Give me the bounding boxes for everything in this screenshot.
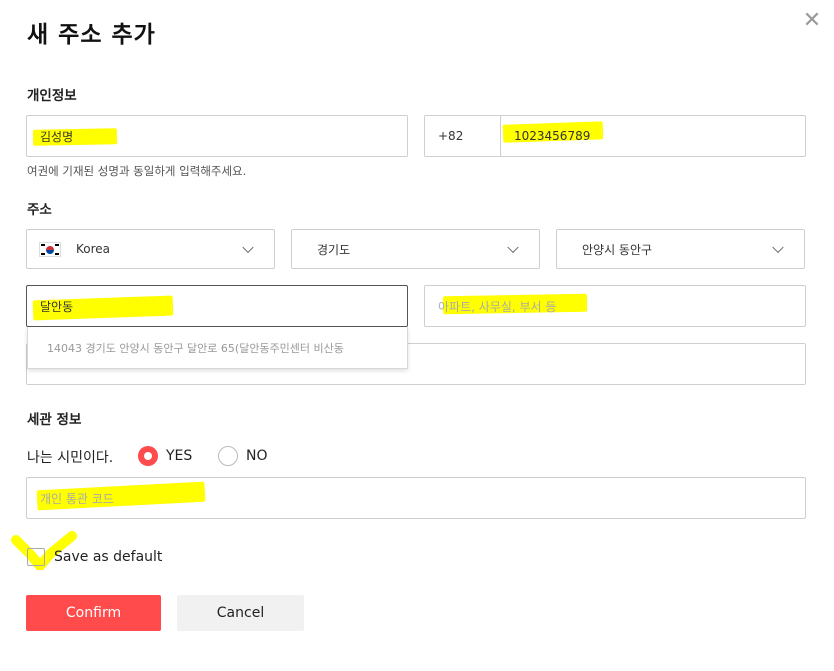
name-helper-text: 여권에 기재된 성명과 동일하게 입력해주세요. [27,164,247,178]
name-input-value: 김성명 [40,129,74,144]
personal-info-heading: 개인정보 [27,88,77,104]
address-detail-placeholder: 아파트, 사무실, 부서 등 [438,299,557,314]
province-select[interactable]: 경기도 [291,229,540,269]
address-detail-input[interactable]: 아파트, 사무실, 부서 등 [424,285,806,327]
citizen-question-label: 나는 시민이다. [27,450,114,466]
street-input[interactable]: 달안동 [26,285,408,327]
no-label: NO [246,448,268,464]
phone-input[interactable]: 1023456789 [500,115,806,157]
chevron-down-icon [772,241,784,254]
customs-code-input[interactable]: 개인 통관 코드 [26,477,806,519]
close-icon[interactable]: ✕ [802,10,822,32]
address-heading: 주소 [27,202,52,218]
phone-input-value: 1023456789 [514,129,591,143]
cancel-button[interactable]: Cancel [177,595,304,631]
country-select[interactable]: Korea [26,229,275,269]
korea-flag-icon [39,241,61,257]
chevron-down-icon [507,241,519,254]
customs-heading: 세관 정보 [27,412,82,428]
dialog-title: 새 주소 추가 [27,22,156,48]
yes-label: YES [166,448,193,464]
save-default-checkbox[interactable] [27,548,45,566]
country-code-value: +82 [438,129,464,143]
country-select-value: Korea [76,242,111,256]
province-select-value: 경기도 [317,242,351,257]
chevron-down-icon [242,241,254,254]
save-default-label: Save as default [54,549,163,565]
name-input[interactable]: 김성명 [26,115,408,157]
confirm-button[interactable]: Confirm [26,595,161,631]
city-select[interactable]: 안양시 동안구 [556,229,805,269]
citizen-no-radio[interactable] [218,446,238,466]
customs-code-placeholder: 개인 통관 코드 [40,491,114,506]
city-select-value: 안양시 동안구 [582,242,653,257]
address-suggestion-item[interactable]: 14043 경기도 안양시 동안구 달안로 65(달안동주민센터 비산동 [27,327,408,369]
street-input-value: 달안동 [40,299,74,314]
citizen-yes-radio[interactable] [138,446,158,466]
country-code-select[interactable]: +82 [424,115,501,157]
